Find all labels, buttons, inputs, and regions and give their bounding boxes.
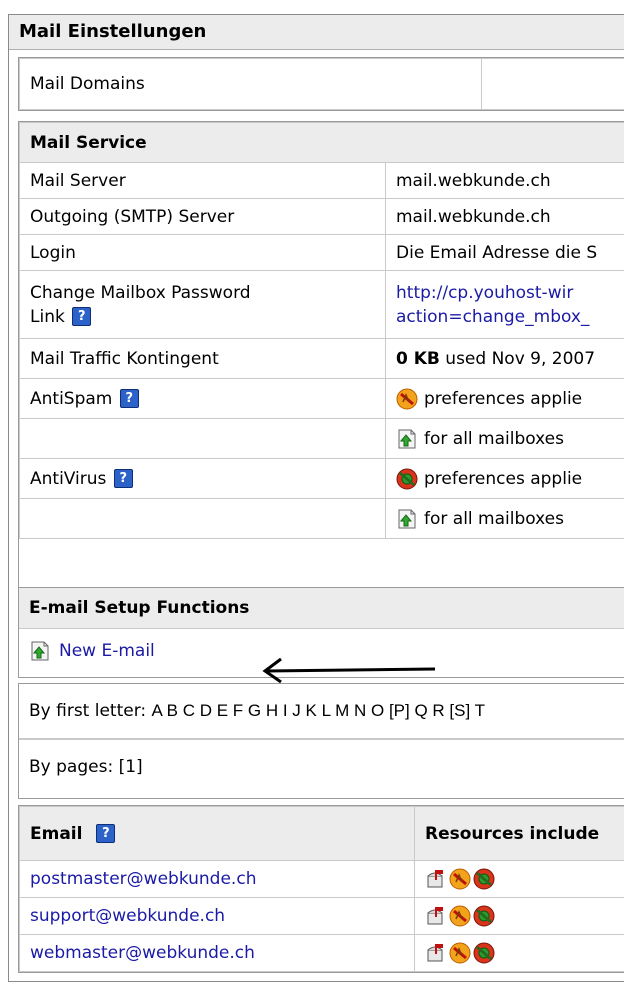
mail-domains-value [481, 58, 624, 110]
mail-domains-box: Mail Domains [18, 57, 624, 111]
col-email-header[interactable]: Email ? [19, 806, 415, 861]
smtp-server-label: Outgoing (SMTP) Server [19, 198, 386, 235]
antivirus-icon[interactable] [473, 942, 495, 964]
panel-title: Mail Einstellungen [9, 15, 624, 50]
email-link[interactable]: support@webkunde.ch [30, 906, 225, 926]
antivirus-icon[interactable] [473, 905, 495, 927]
by-pages-row: By pages: [1] [19, 740, 624, 794]
change-password-link[interactable]: http://cp.youhost-wir action=change_mbox… [385, 270, 624, 339]
antivirus-value: preferences applie [385, 458, 624, 499]
table-row: postmaster@webkunde.ch [19, 860, 624, 898]
help-icon[interactable]: ? [72, 307, 92, 326]
mail-domains-label: Mail Domains [19, 58, 482, 110]
change-password-link-line2[interactable]: action=change_mbox_ [396, 307, 624, 327]
page-links[interactable]: [1] [119, 757, 143, 777]
mail-settings-panel: Mail Einstellungen Mail Domains Mail Ser… [8, 14, 624, 982]
mail-service-box: Mail Service Mail Server mail.webkunde.c… [18, 121, 624, 589]
mailbox-icon[interactable] [425, 942, 447, 964]
antispam-all-mailboxes[interactable]: for all mailboxes [385, 418, 624, 459]
antivirus-icon[interactable] [473, 868, 495, 890]
help-icon[interactable]: ? [119, 389, 139, 408]
mail-server-label: Mail Server [19, 162, 386, 199]
antivirus-status: preferences applie [424, 468, 583, 489]
resources-cell [414, 860, 624, 898]
change-password-label-line2: Link [30, 306, 65, 327]
filters-box: By first letter: A B C D E F G H I J K L… [18, 683, 624, 799]
add-icon[interactable] [396, 428, 418, 450]
antivirus-label: AntiVirus ? [19, 458, 386, 499]
traffic-value: 0 KB used Nov 9, 2007 [385, 338, 624, 379]
antivirus-icon [396, 468, 418, 490]
letter-links[interactable]: A B C D E F G H I J K L M N O [P] Q R [S… [152, 701, 485, 720]
antispam-extra-label [19, 418, 386, 459]
help-icon[interactable]: ? [96, 824, 116, 843]
smtp-server-value: mail.webkunde.ch [385, 198, 624, 235]
antispam-icon[interactable] [449, 942, 471, 964]
table-row: webmaster@webkunde.ch [19, 934, 624, 972]
antivirus-label-text: AntiVirus [30, 468, 107, 489]
mail-service-header: Mail Service [19, 122, 624, 163]
email-link[interactable]: webmaster@webkunde.ch [30, 943, 255, 963]
mail-server-value: mail.webkunde.ch [385, 162, 624, 199]
antispam-icon[interactable] [449, 905, 471, 927]
mailbox-icon[interactable] [425, 905, 447, 927]
col-email-title: Email [30, 823, 83, 844]
traffic-label: Mail Traffic Kontingent [19, 338, 386, 379]
antispam-label-text: AntiSpam [30, 388, 113, 409]
mailbox-icon[interactable] [425, 868, 447, 890]
antivirus-extra-label [19, 498, 386, 539]
add-icon[interactable] [396, 508, 418, 530]
antispam-status: preferences applie [424, 388, 583, 409]
table-row: support@webkunde.ch [19, 897, 624, 935]
antispam-icon [396, 388, 418, 410]
change-password-label-line1: Change Mailbox Password [30, 282, 251, 303]
help-icon[interactable]: ? [113, 469, 133, 488]
by-pages-label: By pages: [29, 757, 114, 777]
annotation-arrow-icon [262, 657, 436, 684]
antispam-label: AntiSpam ? [19, 378, 386, 419]
antivirus-all-mailboxes[interactable]: for all mailboxes [385, 498, 624, 539]
resources-cell [414, 897, 624, 935]
new-email-link[interactable]: New E-mail [59, 641, 155, 661]
antispam-value: preferences applie [385, 378, 624, 419]
change-password-link-line1[interactable]: http://cp.youhost-wir [396, 283, 624, 303]
by-letter-row: By first letter: A B C D E F G H I J K L… [19, 684, 624, 740]
setup-functions-header: E-mail Setup Functions [19, 587, 624, 629]
traffic-rest: used Nov 9, 2007 [439, 348, 596, 369]
antispam-icon[interactable] [449, 868, 471, 890]
traffic-amount: 0 KB [396, 348, 440, 369]
by-letter-label: By first letter: [29, 701, 147, 721]
antivirus-all-mailboxes-text: for all mailboxes [424, 508, 564, 529]
col-resources-header: Resources include [414, 806, 624, 861]
login-value: Die Email Adresse die S [385, 234, 624, 271]
login-label: Login [19, 234, 386, 271]
email-table-box: Email ? Resources include postmaster@web… [18, 805, 624, 973]
change-password-label: Change Mailbox Password Link ? [19, 270, 386, 339]
antispam-all-mailboxes-text: for all mailboxes [424, 428, 564, 449]
email-link[interactable]: postmaster@webkunde.ch [30, 869, 256, 889]
add-icon[interactable] [29, 640, 51, 662]
resources-cell [414, 934, 624, 972]
